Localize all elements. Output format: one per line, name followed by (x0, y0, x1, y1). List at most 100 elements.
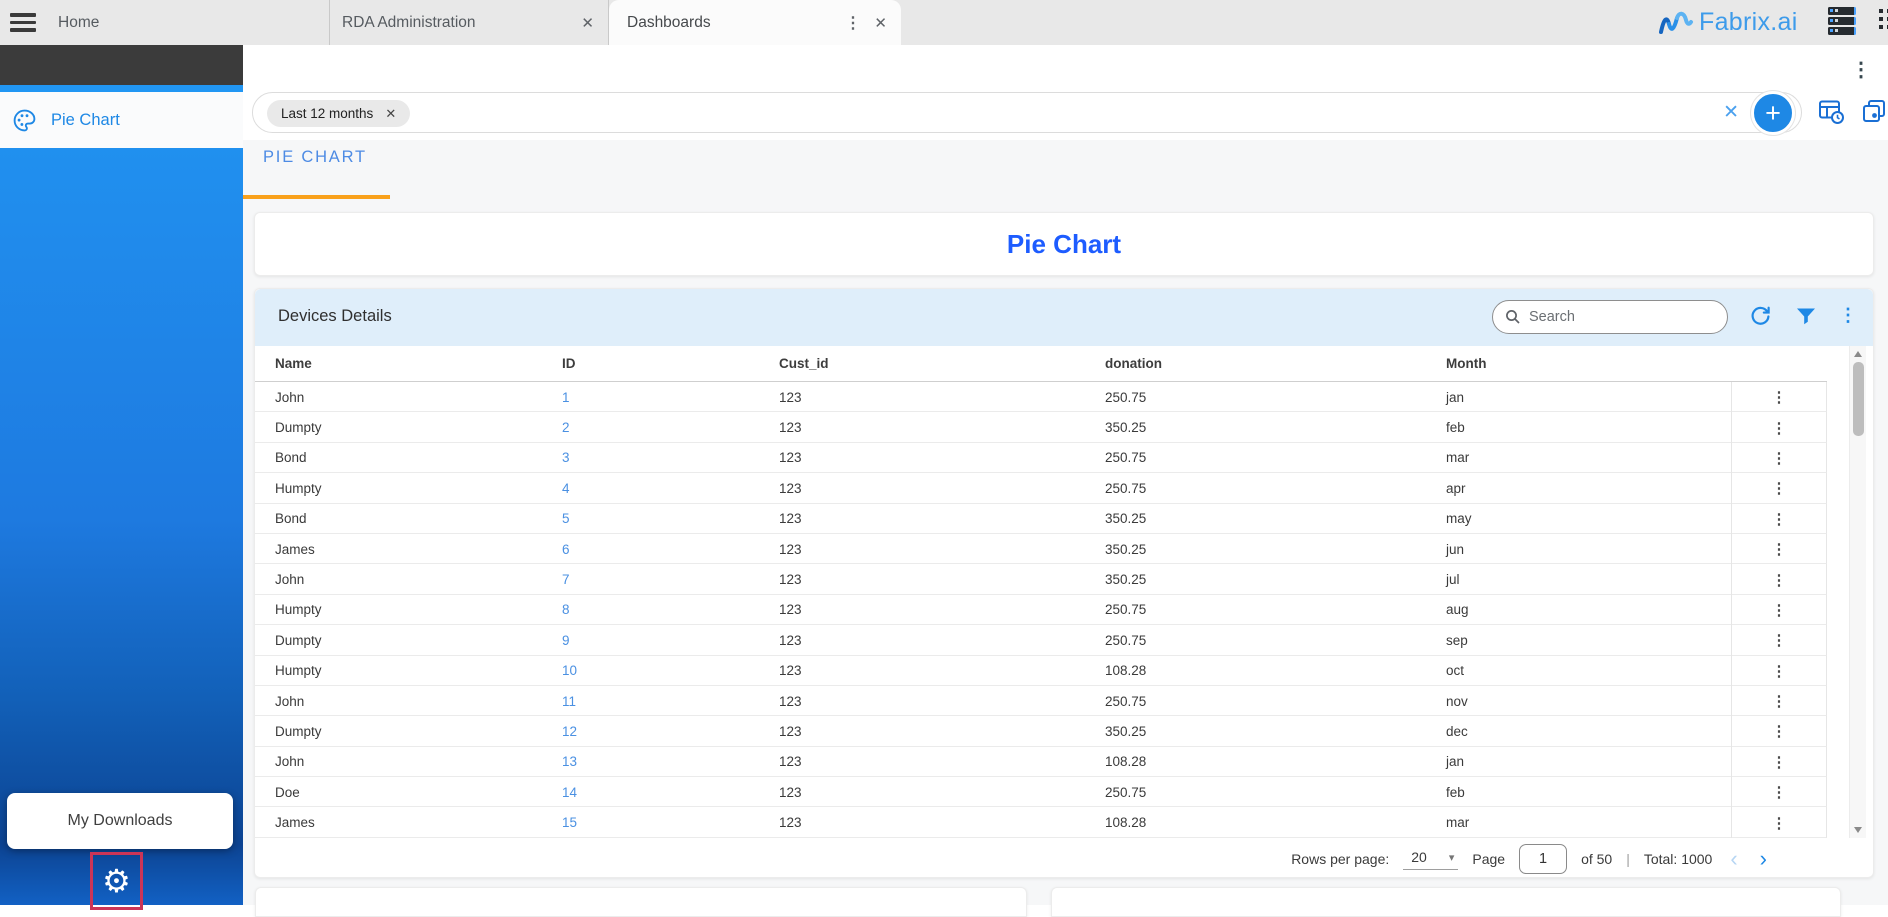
cell-id-link[interactable]: 10 (542, 663, 759, 678)
table-body: John 1 123 250.75 jan ⋮ Dumpty 2 123 350… (255, 382, 1827, 838)
row-kebab-icon[interactable]: ⋮ (1772, 722, 1787, 740)
table-row: John 1 123 250.75 jan ⋮ (255, 382, 1827, 412)
cell-name: John (255, 694, 542, 709)
col-header-month[interactable]: Month (1426, 356, 1732, 371)
row-kebab-icon[interactable]: ⋮ (1772, 510, 1787, 528)
cell-name: Humpty (255, 481, 542, 496)
pagination-bar: Rows per page: 20 ▾ Page of 50 | Total: … (255, 838, 1873, 879)
tab-options-kebab-icon[interactable]: ⋮ (845, 13, 861, 33)
row-actions: ⋮ (1731, 412, 1826, 442)
apps-grid-icon[interactable] (1879, 9, 1888, 29)
page-options-kebab-icon[interactable]: ⋮ (1851, 57, 1871, 82)
table-row: John 13 123 108.28 jan ⋮ (255, 747, 1827, 777)
view-tab-pie-chart[interactable]: PIE CHART (263, 148, 367, 167)
row-kebab-icon[interactable]: ⋮ (1772, 631, 1787, 649)
table-row: James 15 123 108.28 mar ⋮ (255, 807, 1827, 837)
main-content: ⋮ Last 12 months ✕ ✕ + PIE CHART Pie Cha… (243, 45, 1888, 905)
row-actions: ⋮ (1731, 443, 1826, 473)
refresh-icon[interactable] (1748, 304, 1773, 329)
tab-rda-label: RDA Administration (342, 14, 476, 32)
table-scrollbar[interactable] (1849, 346, 1866, 838)
active-tab-underline (243, 195, 390, 199)
cell-id-link[interactable]: 7 (542, 572, 759, 587)
col-header-name[interactable]: Name (255, 356, 542, 371)
row-kebab-icon[interactable]: ⋮ (1772, 814, 1787, 832)
table-options-kebab-icon[interactable]: ⋮ (1839, 305, 1857, 326)
row-actions: ⋮ (1731, 504, 1826, 534)
row-kebab-icon[interactable]: ⋮ (1772, 601, 1787, 619)
table-row: John 7 123 350.25 jul ⋮ (255, 564, 1827, 594)
row-kebab-icon[interactable]: ⋮ (1772, 783, 1787, 801)
scroll-down-arrow[interactable] (1854, 827, 1862, 833)
filter-funnel-icon[interactable] (1794, 304, 1818, 328)
chip-close-icon[interactable]: ✕ (385, 106, 396, 122)
row-kebab-icon[interactable]: ⋮ (1772, 753, 1787, 771)
my-downloads-button[interactable]: My Downloads (7, 793, 233, 849)
filter-chip-label: Last 12 months (281, 106, 373, 121)
table-row: Humpty 4 123 250.75 apr ⋮ (255, 473, 1827, 503)
tab-dashboards[interactable]: Dashboards ⋮ ✕ (609, 0, 901, 45)
clear-filters-icon[interactable]: ✕ (1723, 101, 1739, 124)
cell-id-link[interactable]: 15 (542, 815, 759, 830)
filter-chip-last-12-months[interactable]: Last 12 months ✕ (267, 100, 410, 127)
cell-id-link[interactable]: 2 (542, 420, 759, 435)
server-stack-icon[interactable] (1828, 7, 1856, 37)
tab-rda-administration[interactable]: RDA Administration ✕ (330, 0, 609, 45)
cell-id-link[interactable]: 11 (542, 694, 759, 709)
cell-donation: 350.25 (1085, 511, 1426, 526)
cell-id-link[interactable]: 3 (542, 450, 759, 465)
cell-id-link[interactable]: 14 (542, 785, 759, 800)
close-icon[interactable]: ✕ (874, 14, 887, 32)
cell-id-link[interactable]: 13 (542, 754, 759, 769)
hamburger-menu-icon[interactable] (10, 13, 36, 32)
cell-month: aug (1426, 602, 1731, 617)
col-header-donation[interactable]: donation (1085, 356, 1426, 371)
scrollbar-thumb[interactable] (1853, 362, 1864, 436)
scroll-up-arrow[interactable] (1854, 351, 1862, 357)
filter-bar[interactable]: Last 12 months ✕ ✕ + (252, 92, 1802, 133)
search-input[interactable] (1529, 309, 1699, 325)
row-actions: ⋮ (1731, 777, 1826, 807)
rows-per-page-select[interactable]: 20 ▾ (1403, 847, 1458, 870)
cell-id-link[interactable]: 1 (542, 390, 759, 405)
cell-name: James (255, 542, 542, 557)
cell-id-link[interactable]: 8 (542, 602, 759, 617)
tab-home[interactable]: Home (40, 0, 330, 45)
cell-month: apr (1426, 481, 1731, 496)
rows-per-page-label: Rows per page: (1291, 851, 1389, 867)
row-kebab-icon[interactable]: ⋮ (1772, 449, 1787, 467)
row-actions: ⋮ (1731, 747, 1826, 777)
row-kebab-icon[interactable]: ⋮ (1772, 662, 1787, 680)
row-kebab-icon[interactable]: ⋮ (1772, 571, 1787, 589)
bottom-panel-left (255, 887, 1027, 917)
cell-id-link[interactable]: 4 (542, 481, 759, 496)
cell-id-link[interactable]: 5 (542, 511, 759, 526)
table-search[interactable] (1492, 300, 1728, 334)
next-page-chevron[interactable]: › (1756, 848, 1771, 870)
add-filter-button[interactable]: + (1751, 91, 1795, 135)
schedule-table-icon[interactable] (1818, 98, 1845, 125)
cell-id-link[interactable]: 12 (542, 724, 759, 739)
cell-cust-id: 123 (759, 542, 1085, 557)
cell-id-link[interactable]: 9 (542, 633, 759, 648)
page-title: Pie Chart (1007, 229, 1121, 260)
settings-gear-icon[interactable]: ⚙ (102, 865, 131, 897)
previous-page-chevron[interactable]: ‹ (1726, 848, 1741, 870)
cell-id-link[interactable]: 6 (542, 542, 759, 557)
col-header-cust-id[interactable]: Cust_id (759, 356, 1085, 371)
close-icon[interactable]: ✕ (581, 14, 594, 32)
row-kebab-icon[interactable]: ⋮ (1772, 479, 1787, 497)
row-actions: ⋮ (1731, 807, 1826, 837)
sidebar-item-pie-chart[interactable]: Pie Chart (0, 92, 243, 148)
cell-donation: 250.75 (1085, 694, 1426, 709)
row-kebab-icon[interactable]: ⋮ (1772, 540, 1787, 558)
page-number-input[interactable] (1519, 844, 1567, 874)
bottom-panel-right (1051, 887, 1841, 917)
row-kebab-icon[interactable]: ⋮ (1772, 419, 1787, 437)
cell-donation: 250.75 (1085, 785, 1426, 800)
table-row: Bond 3 123 250.75 mar ⋮ (255, 443, 1827, 473)
col-header-id[interactable]: ID (542, 356, 759, 371)
layered-cards-icon[interactable] (1860, 98, 1887, 125)
row-kebab-icon[interactable]: ⋮ (1772, 388, 1787, 406)
row-kebab-icon[interactable]: ⋮ (1772, 692, 1787, 710)
